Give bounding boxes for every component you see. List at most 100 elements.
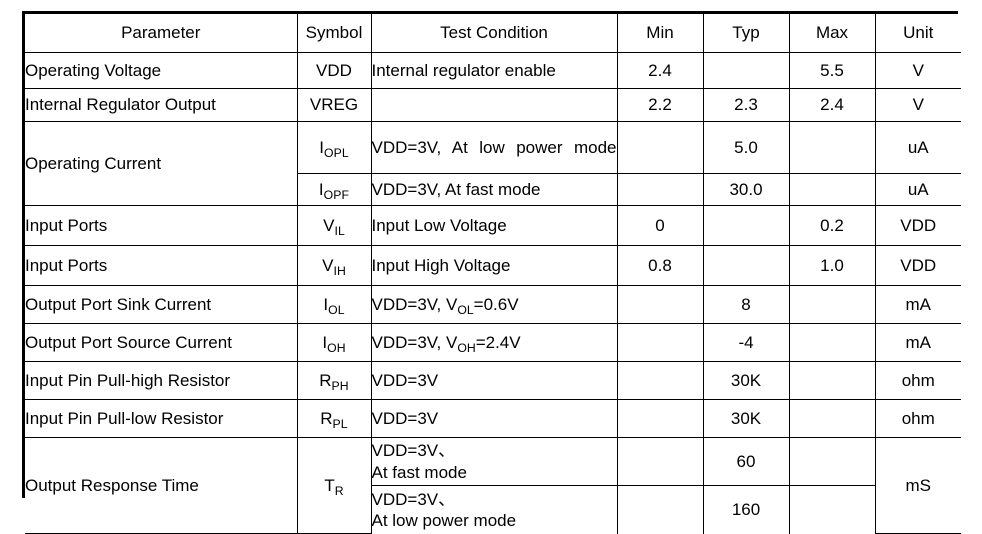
cell-test-condition: Internal regulator enable: [370, 52, 618, 89]
cell-min: [616, 173, 704, 206]
symbol-subscript: OPF: [323, 187, 350, 202]
spec-table-container: Parameter Symbol Test Condition Min Typ …: [22, 11, 961, 534]
table-row: Operating Voltage VDD Internal regulator…: [25, 52, 961, 89]
symbol-subscript: OH: [327, 340, 346, 355]
cell-test-condition: Input High Voltage: [370, 245, 618, 286]
cell-max: [788, 173, 876, 206]
condition-prefix: VDD=3V, V: [371, 332, 458, 352]
column-header-max: Max: [788, 14, 876, 53]
column-header-min: Min: [616, 14, 704, 53]
cell-parameter: Input Pin Pull-high Resistor: [25, 361, 298, 400]
cell-unit: ohm: [874, 399, 961, 438]
cell-max: [788, 285, 876, 324]
condition-subscript: OH: [457, 340, 476, 355]
cell-parameter: Output Response Time: [25, 437, 298, 534]
table-body: Operating Voltage VDD Internal regulator…: [25, 52, 961, 534]
condition-suffix: =0.6V: [473, 294, 519, 314]
cell-parameter: Output Port Sink Current: [25, 285, 298, 324]
table-row: Input Ports VIH Input High Voltage 0.8 1…: [25, 245, 961, 286]
cell-symbol: VDD: [296, 52, 372, 89]
symbol-subscript: R: [334, 483, 344, 498]
table-row: Operating Current IOPL VDD=3V, At low po…: [25, 121, 961, 206]
symbol-base: V: [323, 215, 335, 235]
cell-parameter: Operating Voltage: [25, 52, 298, 89]
cell-unit: VDD: [874, 205, 961, 246]
cell-unit: V: [874, 52, 961, 89]
cell-unit: mA: [874, 323, 961, 362]
cell-max: [788, 485, 875, 534]
cell-min: 2.2: [616, 88, 704, 122]
condition-line-1: VDD=3V、: [371, 441, 456, 461]
cell-symbol: IOL: [296, 285, 372, 324]
table-row: Input Pin Pull-high Resistor RPH VDD=3V …: [25, 361, 961, 400]
condition-text: VDD=3V, At low power mode: [371, 137, 617, 157]
symbol-base: R: [319, 370, 332, 390]
table-row: Output Response Time TR VDD=3V、 At fast m…: [25, 437, 961, 534]
cell-max: [788, 121, 876, 174]
column-header-typ: Typ: [702, 14, 790, 53]
cell-min: [616, 323, 704, 362]
cell-parameter: Input Ports: [25, 245, 298, 286]
column-header-symbol: Symbol: [296, 14, 372, 53]
electrical-characteristics-table: Parameter Symbol Test Condition Min Typ …: [25, 14, 961, 534]
cell-unit: ohm: [874, 361, 961, 400]
cell-min: [616, 361, 704, 400]
cell-max: [788, 399, 876, 438]
column-header-unit: Unit: [874, 14, 961, 53]
symbol-subscript: OPL: [323, 145, 349, 160]
cell-unit: mS: [874, 437, 961, 534]
cell-typ: [702, 205, 790, 246]
table-row: Output Port Sink Current IOL VDD=3V, VOL…: [25, 285, 961, 324]
cell-parameter: Internal Regulator Output: [25, 88, 298, 122]
symbol-base: I: [318, 179, 324, 199]
cell-max: 5.5: [788, 52, 876, 89]
cell-parameter: Input Ports: [25, 205, 298, 246]
cell-typ: -4: [702, 323, 790, 362]
cell-typ: 5.0: [702, 121, 790, 174]
header-row: Parameter Symbol Test Condition Min Typ …: [25, 14, 961, 53]
condition-subscript: OL: [457, 302, 474, 317]
cell-typ: 30K: [702, 361, 790, 400]
cell-unit: VDD: [874, 245, 961, 286]
symbol-base: V: [322, 255, 334, 275]
cell-parameter: Input Pin Pull-low Resistor: [25, 399, 298, 438]
cell-min: 0: [616, 205, 704, 246]
cell-typ: [702, 52, 790, 89]
symbol-subscript: IH: [333, 263, 346, 278]
cell-symbol: IOH: [296, 323, 372, 362]
symbol-base: R: [320, 408, 333, 428]
symbol-subscript: PH: [331, 378, 349, 393]
cell-test-condition: VDD=3V、 At low power mode: [371, 485, 618, 534]
cell-test-condition: VDD=3V、 At fast mode: [370, 437, 618, 486]
cell-test-condition: VDD=3V: [370, 399, 618, 438]
cell-min: [616, 437, 704, 486]
cell-typ: 60: [702, 437, 790, 486]
condition-line-2: At low power mode: [371, 510, 517, 530]
column-header-parameter: Parameter: [25, 14, 298, 53]
cell-max: 0.2: [788, 205, 876, 246]
cell-typ: 30.0: [702, 173, 790, 206]
cell-symbol: IOPF: [297, 173, 372, 206]
cell-unit: mA: [874, 285, 961, 324]
cell-test-condition: Input Low Voltage: [370, 205, 618, 246]
cell-symbol: RPH: [296, 361, 372, 400]
condition-suffix: =2.4V: [475, 332, 521, 352]
table-row: Input Ports VIL Input Low Voltage 0 0.2 …: [25, 205, 961, 246]
cell-unit: uA: [874, 173, 961, 206]
cell-max: [788, 323, 876, 362]
cell-min: [616, 485, 704, 534]
cell-symbol: VIL: [296, 205, 372, 246]
cell-min: [616, 399, 704, 438]
cell-test-condition: VDD=3V, At low power mode: [370, 121, 618, 174]
cell-symbol: RPL: [296, 399, 372, 438]
cell-max: 2.4: [788, 88, 876, 122]
cell-test-condition: VDD=3V, At fast mode: [370, 173, 618, 206]
cell-max: [788, 361, 876, 400]
table-header: Parameter Symbol Test Condition Min Typ …: [25, 14, 961, 53]
cell-min: 2.4: [616, 52, 704, 89]
cell-unit: V: [874, 88, 961, 122]
cell-symbol: IOPL: [296, 121, 372, 174]
table-row: Internal Regulator Output VREG 2.2 2.3 2…: [25, 88, 961, 122]
condition-prefix: VDD=3V, V: [371, 294, 458, 314]
symbol-subscript: OL: [328, 302, 345, 317]
